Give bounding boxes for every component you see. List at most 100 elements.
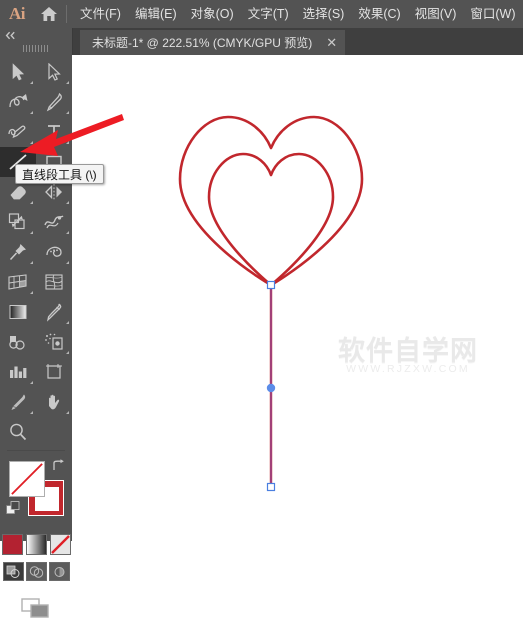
color-mode-button[interactable]	[1, 534, 23, 555]
magnifier-icon	[10, 423, 27, 441]
tool-tooltip: 直线段工具 (\)	[15, 164, 104, 184]
tool-flyout-indicator	[30, 201, 33, 204]
menu-item-select[interactable]: 选择(S)	[296, 0, 352, 28]
shape-builder-icon	[46, 246, 62, 257]
menu-item-window[interactable]: 窗口(W)	[463, 0, 522, 28]
tool-flyout-indicator	[66, 141, 69, 144]
change-screen-mode-button[interactable]	[0, 592, 72, 624]
gradient-mode-button[interactable]	[25, 534, 47, 555]
tool-flyout-indicator	[30, 381, 33, 384]
canvas-area[interactable]: 软件自学网 WWW.RJZXW.COM	[72, 55, 523, 541]
white-arrow-cursor-icon	[48, 63, 61, 81]
tool-grid-spacer	[36, 417, 72, 447]
tool-flyout-indicator	[30, 231, 33, 234]
perspective-grid-tool[interactable]	[0, 267, 36, 297]
draw-behind-button[interactable]	[25, 562, 47, 581]
anchor-point-bottom[interactable]	[266, 482, 276, 492]
anchor-point-midpoint[interactable]	[266, 383, 276, 393]
swap-fill-stroke-button[interactable]	[51, 459, 65, 477]
column-graph-tool[interactable]	[0, 357, 36, 387]
outer-heart-path[interactable]	[178, 115, 364, 287]
menu-divider	[66, 5, 67, 23]
perspective-grid-icon	[8, 274, 27, 290]
pen-tool[interactable]	[36, 87, 72, 117]
selection-tool[interactable]	[0, 57, 36, 87]
mesh-icon	[45, 274, 63, 290]
fill-swatch[interactable]	[9, 461, 45, 497]
mesh-tool[interactable]	[36, 267, 72, 297]
default-fill-stroke-button[interactable]	[6, 501, 21, 521]
shaper-tool[interactable]	[0, 117, 36, 147]
shaper-icon	[8, 125, 26, 139]
anchor-point-top[interactable]	[266, 280, 276, 290]
draw-inside-button[interactable]	[48, 562, 70, 581]
tool-flyout-indicator	[66, 231, 69, 234]
free-transform-tool[interactable]	[0, 237, 36, 267]
panel-drag-grip[interactable]	[0, 42, 72, 55]
illustrator-window: Ai 文件(F) 编辑(E) 对象(O) 文字(T) 选择(S) 效果(C) 视…	[0, 0, 523, 618]
blend-tool[interactable]	[0, 327, 36, 357]
tool-flyout-indicator	[66, 411, 69, 414]
hand-tool[interactable]	[36, 387, 72, 417]
rotate-reflect-icon	[45, 184, 62, 200]
drawing-mode-buttons	[0, 562, 72, 586]
color-controls	[0, 455, 72, 533]
knife-icon	[11, 394, 26, 410]
blend-icon	[9, 336, 25, 350]
inner-heart-path[interactable]	[207, 152, 335, 287]
shape-builder-tool[interactable]	[36, 237, 72, 267]
eyedropper-tool[interactable]	[36, 297, 72, 327]
document-tab[interactable]: 未标题-1* @ 222.51% (CMYK/GPU 预览) ✕	[80, 30, 346, 55]
close-icon[interactable]: ✕	[326, 36, 337, 49]
menu-item-effect[interactable]: 效果(C)	[351, 0, 407, 28]
width-tool[interactable]	[36, 207, 72, 237]
type-tool[interactable]	[36, 117, 72, 147]
draw-inside-icon	[54, 566, 64, 577]
screen-mode-icon	[21, 598, 49, 618]
tool-grid	[0, 55, 72, 447]
zoom-tool[interactable]	[0, 417, 36, 447]
app-logo: Ai	[9, 4, 26, 23]
tool-flyout-indicator	[30, 261, 33, 264]
hand-icon	[49, 394, 60, 410]
tool-flyout-indicator	[66, 351, 69, 354]
scale-arrow-icon	[8, 213, 25, 230]
menu-item-edit[interactable]: 编辑(E)	[128, 0, 184, 28]
symbol-sprayer-tool[interactable]	[36, 327, 72, 357]
tool-flyout-indicator	[30, 411, 33, 414]
tool-flyout-indicator	[66, 111, 69, 114]
menu-item-view[interactable]: 视图(V)	[408, 0, 464, 28]
tool-flyout-indicator	[30, 141, 33, 144]
swap-fill-stroke-icon	[53, 459, 64, 470]
double-chevron-left-icon	[5, 31, 15, 39]
scale-tool[interactable]	[0, 207, 36, 237]
curvature-tool[interactable]	[0, 87, 36, 117]
tool-flyout-indicator	[30, 111, 33, 114]
symbol-sprayer-icon	[45, 333, 63, 350]
menu-bar: Ai 文件(F) 编辑(E) 对象(O) 文字(T) 选择(S) 效果(C) 视…	[0, 0, 523, 28]
curvature-icon	[9, 94, 28, 108]
artwork-svg[interactable]	[72, 55, 523, 541]
draw-normal-button[interactable]	[2, 562, 24, 581]
tool-flyout-indicator	[66, 261, 69, 264]
gradient-tool[interactable]	[0, 297, 36, 327]
collapse-panel-button[interactable]	[0, 28, 72, 42]
bar-chart-icon	[10, 366, 27, 378]
pushpin-icon	[9, 244, 26, 261]
pen-nib-icon	[46, 92, 62, 112]
none-slash-icon	[11, 463, 43, 495]
menu-item-object[interactable]: 对象(O)	[184, 0, 241, 28]
home-icon[interactable]	[34, 6, 64, 22]
menu-item-file[interactable]: 文件(F)	[73, 0, 128, 28]
artboard-tool[interactable]	[36, 357, 72, 387]
document-tab-title: 未标题-1* @ 222.51% (CMYK/GPU 预览)	[92, 36, 313, 50]
none-mode-button[interactable]	[49, 534, 71, 555]
tool-tooltip-label: 直线段工具 (\)	[22, 167, 97, 182]
draw-normal-icon	[6, 565, 19, 578]
slice-tool[interactable]	[0, 387, 36, 417]
tool-flyout-indicator	[30, 291, 33, 294]
menu-item-list: 文件(F) 编辑(E) 对象(O) 文字(T) 选择(S) 效果(C) 视图(V…	[73, 0, 523, 28]
menu-item-type[interactable]: 文字(T)	[241, 0, 296, 28]
color-mode-buttons	[0, 534, 72, 558]
direct-selection-tool[interactable]	[36, 57, 72, 87]
